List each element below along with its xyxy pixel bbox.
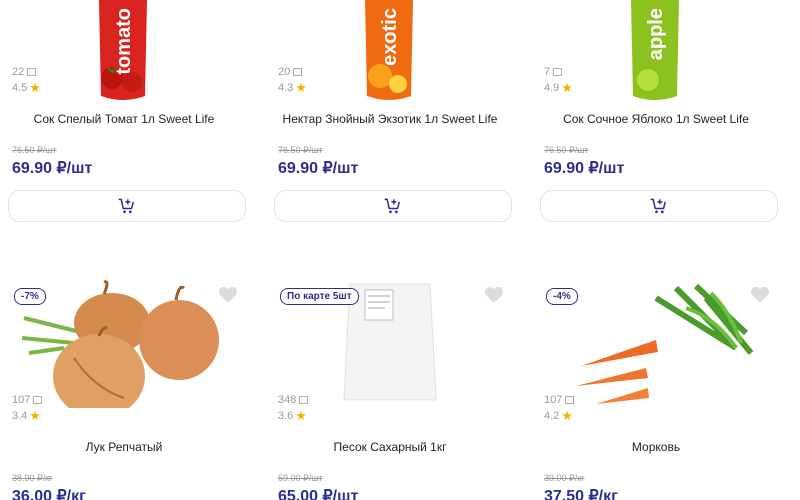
reviews-count[interactable]: 107 [544,394,575,406]
price: 69.90 ₽/шт [544,160,625,177]
comment-icon [299,396,309,404]
star-icon: ★ [295,408,307,423]
discount-badge: -4% [546,288,578,305]
star-icon: ★ [29,80,41,95]
rating: 4.3 ★ [278,80,307,95]
old-price: 76.50 ₽/шт [12,145,57,155]
comment-icon [293,68,303,76]
svg-text:exotic: exotic [379,8,401,66]
heart-icon[interactable] [750,286,770,304]
rating: 3.6 ★ [278,408,307,423]
price: 36.00 ₽/кг [12,488,86,500]
product-name[interactable]: Песок Сахарный 1кг [270,440,510,454]
rating: 4.9 ★ [544,80,573,95]
star-icon: ★ [561,80,573,95]
heart-icon[interactable] [218,286,238,304]
cart-add-icon [384,198,400,214]
star-icon: ★ [561,408,573,423]
add-to-cart-button[interactable] [540,190,778,222]
old-price: 76.50 ₽/шт [544,145,589,155]
product-name[interactable]: Сок Сочное Яблоко 1л Sweet Life [536,112,776,126]
product-name[interactable]: Морковь [536,440,776,454]
svg-text:apple: apple [645,8,667,60]
comment-icon [33,396,43,404]
svg-text:tomato: tomato [113,8,135,75]
star-icon: ★ [29,408,41,423]
product-image[interactable]: -7% [4,278,244,418]
reviews-count[interactable]: 22 [12,66,37,78]
comment-icon [565,396,575,404]
cart-add-icon [118,198,134,214]
add-to-cart-button[interactable] [274,190,512,222]
price: 69.90 ₽/шт [12,160,93,177]
card-offer-badge: По карте 5шт [280,288,359,305]
comment-icon [553,68,563,76]
reviews-count[interactable]: 348 [278,394,309,406]
old-price: 39.00 ₽/кг [544,473,585,483]
old-price: 76.50 ₽/шт [278,145,323,155]
old-price: 69.00 ₽/шт [278,473,323,483]
reviews-count[interactable]: 7 [544,66,563,78]
discount-badge: -7% [14,288,46,305]
product-name[interactable]: Лук Репчатый [4,440,244,454]
old-price: 38.90 ₽/кг [12,473,53,483]
heart-icon[interactable] [484,286,504,304]
product-image[interactable]: По карте 5шт [270,278,510,408]
price: 37.50 ₽/кг [544,488,618,500]
rating: 3.4 ★ [12,408,41,423]
product-name[interactable]: Сок Спелый Томат 1л Sweet Life [4,112,244,126]
price: 65.00 ₽/шт [278,488,359,500]
star-icon: ★ [295,80,307,95]
rating: 4.2 ★ [544,408,573,423]
reviews-count[interactable]: 20 [278,66,303,78]
rating: 4.5 ★ [12,80,41,95]
price: 69.90 ₽/шт [278,160,359,177]
add-to-cart-button[interactable] [8,190,246,222]
reviews-count[interactable]: 107 [12,394,43,406]
cart-add-icon [650,198,666,214]
comment-icon [27,68,37,76]
product-name[interactable]: Нектар Знойный Экзотик 1л Sweet Life [270,112,510,126]
product-image[interactable]: -4% [536,278,776,408]
